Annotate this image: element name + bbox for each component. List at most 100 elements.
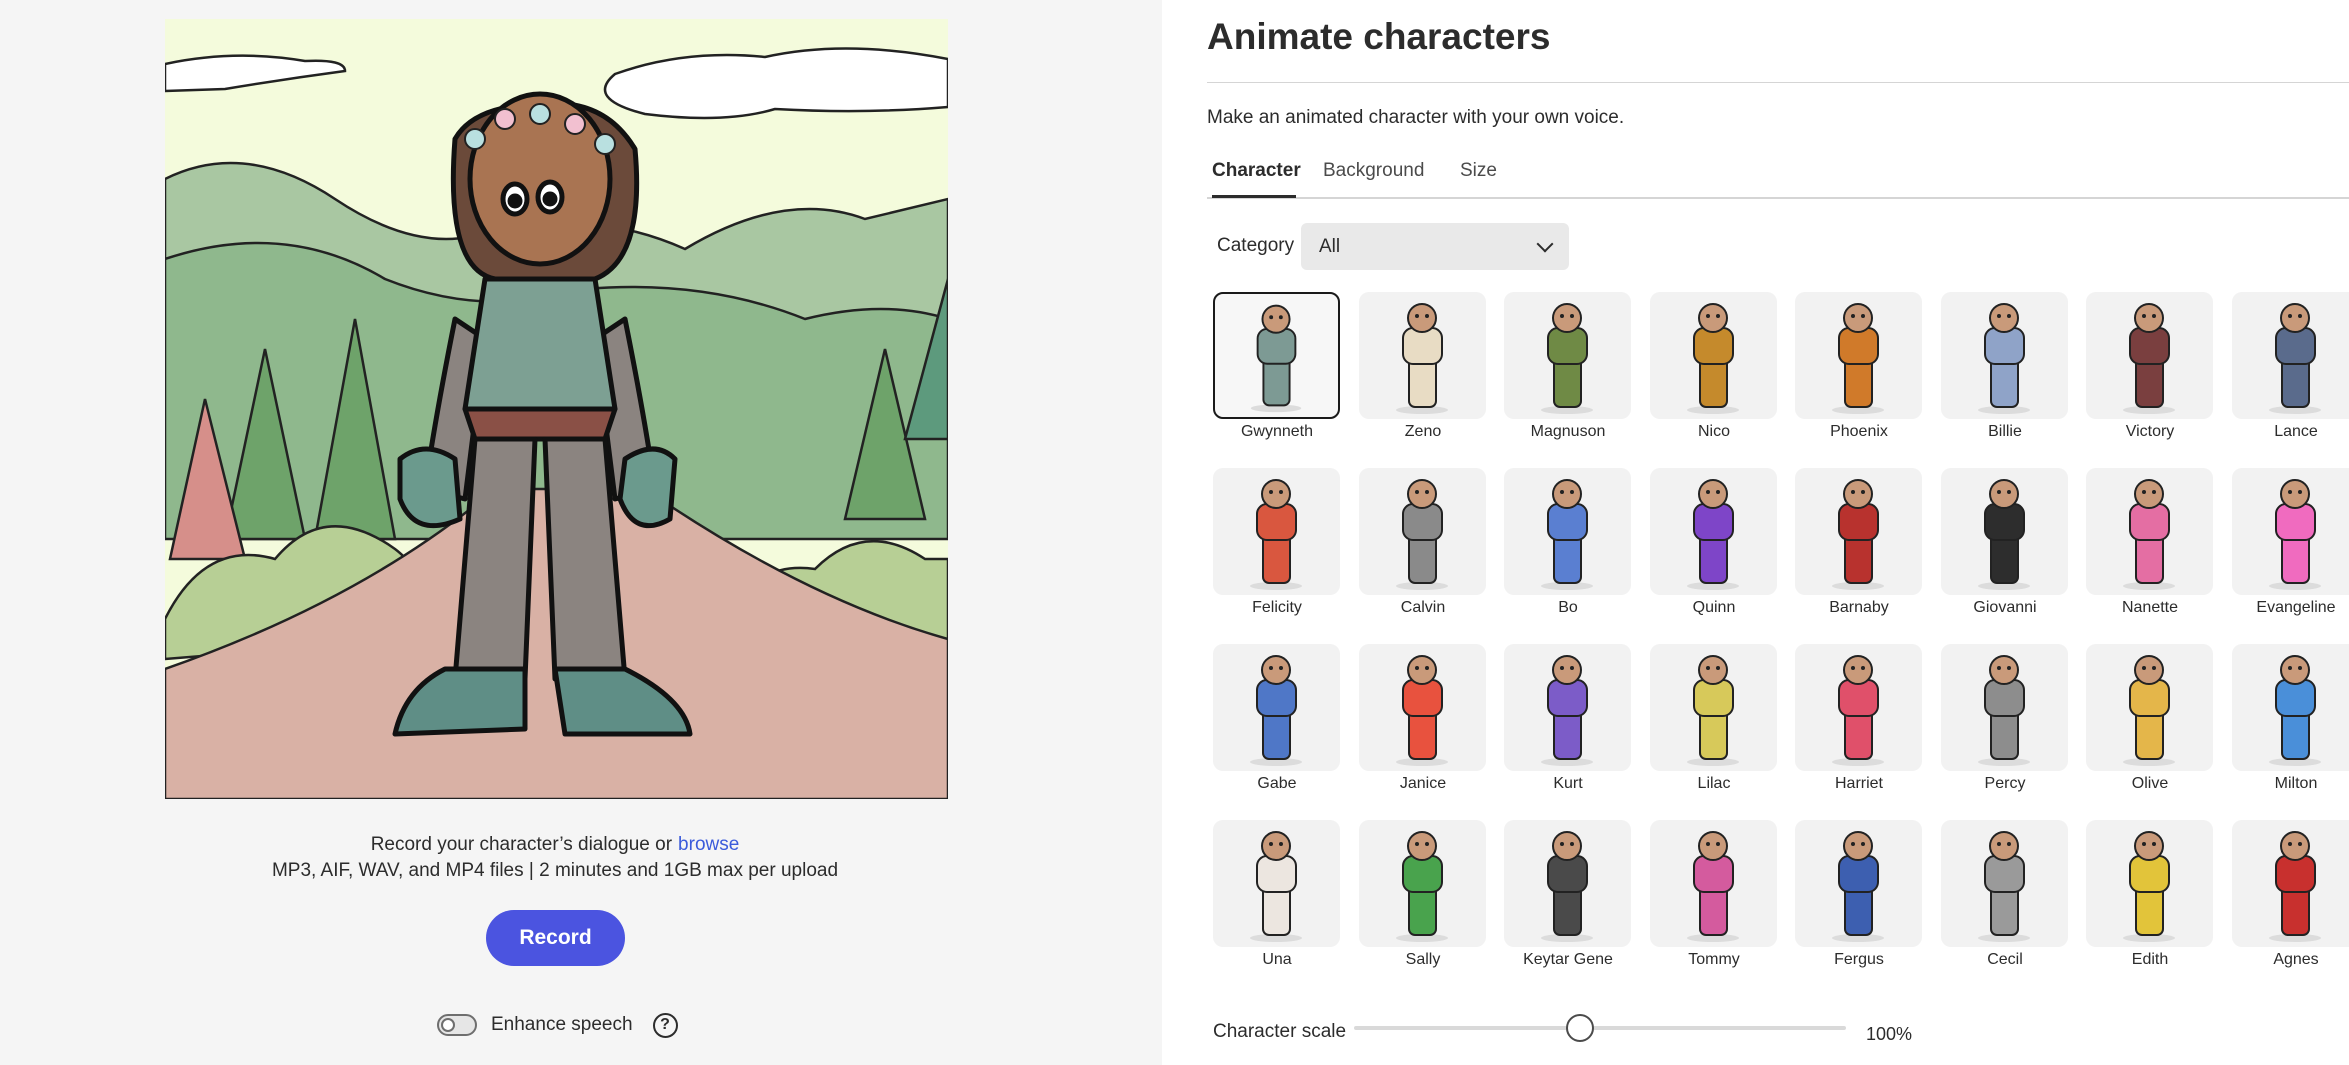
- character-card[interactable]: Lilac: [1650, 644, 1778, 794]
- character-thumbnail[interactable]: [1650, 644, 1777, 771]
- tab-character[interactable]: Character: [1212, 160, 1301, 182]
- character-card[interactable]: Tommy: [1650, 820, 1778, 970]
- character-thumbnail[interactable]: [1504, 292, 1631, 419]
- character-name: Bo: [1558, 599, 1578, 616]
- tab-background[interactable]: Background: [1323, 160, 1424, 182]
- character-card[interactable]: Calvin: [1359, 468, 1487, 618]
- character-card[interactable]: Quinn: [1650, 468, 1778, 618]
- app-root: Record your character’s dialogue or brows…: [0, 0, 2349, 1065]
- character-thumbnail[interactable]: [2086, 292, 2213, 419]
- character-figure-icon: [1687, 303, 1739, 414]
- character-card[interactable]: Una: [1213, 820, 1341, 970]
- character-thumbnail[interactable]: [2086, 644, 2213, 771]
- character-card[interactable]: Billie: [1941, 292, 2069, 442]
- character-thumbnail[interactable]: [1941, 292, 2068, 419]
- character-card[interactable]: Nanette: [2086, 468, 2214, 618]
- character-card[interactable]: Bo: [1504, 468, 1632, 618]
- character-card[interactable]: Cecil: [1941, 820, 2069, 970]
- character-card[interactable]: Keytar Gene: [1504, 820, 1632, 970]
- character-card[interactable]: Giovanni: [1941, 468, 2069, 618]
- character-thumbnail[interactable]: [1359, 468, 1486, 595]
- character-scale-handle[interactable]: [1566, 1014, 1594, 1042]
- character-preview: [165, 19, 948, 799]
- character-card[interactable]: Zeno: [1359, 292, 1487, 442]
- character-thumbnail[interactable]: [1213, 644, 1340, 771]
- character-card[interactable]: Harriet: [1795, 644, 1923, 794]
- character-card[interactable]: Gwynneth: [1213, 292, 1341, 442]
- character-card[interactable]: Edith: [2086, 820, 2214, 970]
- character-card[interactable]: Evangeline: [2232, 468, 2349, 618]
- active-tab-indicator: [1212, 195, 1296, 198]
- enhance-speech-toggle[interactable]: [437, 1014, 477, 1036]
- record-button[interactable]: Record: [486, 910, 625, 966]
- character-thumbnail[interactable]: [2232, 292, 2349, 419]
- character-thumbnail[interactable]: [1795, 820, 1922, 947]
- category-select[interactable]: All: [1301, 223, 1569, 270]
- category-label: Category: [1217, 235, 1295, 256]
- tab-size[interactable]: Size: [1460, 160, 1497, 182]
- character-thumbnail[interactable]: [1941, 644, 2068, 771]
- character-figure-icon: [1832, 831, 1884, 942]
- character-scale-slider[interactable]: [1354, 1026, 1846, 1030]
- character-name: Nanette: [2121, 599, 2179, 616]
- character-thumbnail[interactable]: [1650, 292, 1777, 419]
- character-thumbnail[interactable]: [1504, 820, 1631, 947]
- character-thumbnail[interactable]: [1650, 820, 1777, 947]
- character-card[interactable]: Barnaby: [1795, 468, 1923, 618]
- character-name: Victory: [2125, 423, 2175, 440]
- character-thumbnail[interactable]: [1359, 644, 1486, 771]
- character-card[interactable]: Phoenix: [1795, 292, 1923, 442]
- character-card[interactable]: Fergus: [1795, 820, 1923, 970]
- character-thumbnail[interactable]: [1359, 292, 1486, 419]
- character-figure-icon: [1541, 303, 1593, 414]
- tab-bar: Character Background Size: [1207, 155, 2349, 199]
- character-figure-icon: [1978, 303, 2030, 414]
- character-card[interactable]: Percy: [1941, 644, 2069, 794]
- character-figure-icon: [2123, 303, 2175, 414]
- character-card[interactable]: Lance: [2232, 292, 2349, 442]
- character-card[interactable]: Gabe: [1213, 644, 1341, 794]
- character-thumbnail[interactable]: [1795, 292, 1922, 419]
- character-thumbnail[interactable]: [1795, 644, 1922, 771]
- character-thumbnail[interactable]: [2232, 468, 2349, 595]
- character-figure-icon: [1250, 831, 1302, 942]
- character-thumbnail[interactable]: [1213, 468, 1340, 595]
- character-thumbnail[interactable]: [2086, 820, 2213, 947]
- character-card[interactable]: Agnes: [2232, 820, 2349, 970]
- character-card[interactable]: Milton: [2232, 644, 2349, 794]
- character-thumbnail[interactable]: [2086, 468, 2213, 595]
- character-thumbnail[interactable]: [2232, 644, 2349, 771]
- help-icon[interactable]: ?: [652, 1012, 678, 1038]
- character-thumbnail[interactable]: [1504, 468, 1631, 595]
- character-figure-icon: [1832, 479, 1884, 590]
- browse-link[interactable]: browse: [678, 834, 739, 855]
- character-figure-icon: [1541, 655, 1593, 766]
- character-card[interactable]: Janice: [1359, 644, 1487, 794]
- character-thumbnail[interactable]: [1795, 468, 1922, 595]
- character-thumbnail[interactable]: [1941, 468, 2068, 595]
- character-scale-value: 100%: [1866, 1024, 1913, 1044]
- character-card[interactable]: Felicity: [1213, 468, 1341, 618]
- character-name: Olive: [2131, 775, 2169, 792]
- character-thumbnail[interactable]: [1650, 468, 1777, 595]
- category-value: All: [1319, 235, 1341, 257]
- character-name: Edith: [2131, 951, 2169, 968]
- character-name: Janice: [1399, 775, 1447, 792]
- character-figure-icon: [2123, 479, 2175, 590]
- character-card[interactable]: Kurt: [1504, 644, 1632, 794]
- character-card[interactable]: Nico: [1650, 292, 1778, 442]
- character-thumbnail[interactable]: [1504, 644, 1631, 771]
- character-name: Felicity: [1252, 599, 1302, 616]
- character-figure-icon: [1396, 303, 1448, 414]
- character-card[interactable]: Victory: [2086, 292, 2214, 442]
- character-thumbnail[interactable]: [1213, 292, 1340, 419]
- character-thumbnail[interactable]: [1359, 820, 1486, 947]
- character-card[interactable]: Olive: [2086, 644, 2214, 794]
- character-figure-icon: [2269, 479, 2321, 590]
- character-card[interactable]: Magnuson: [1504, 292, 1632, 442]
- character-card[interactable]: Sally: [1359, 820, 1487, 970]
- character-thumbnail[interactable]: [1941, 820, 2068, 947]
- character-figure-icon: [1250, 304, 1302, 413]
- character-thumbnail[interactable]: [1213, 820, 1340, 947]
- character-thumbnail[interactable]: [2232, 820, 2349, 947]
